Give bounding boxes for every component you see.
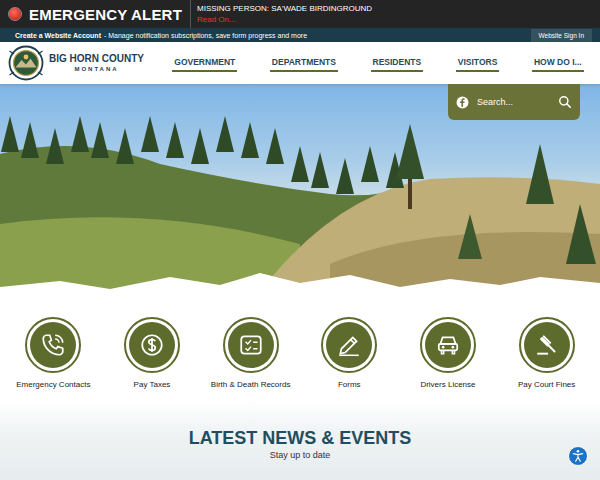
nav-item[interactable]: RESIDENTS bbox=[371, 54, 424, 72]
quick-link-label[interactable]: Pay Court Fines bbox=[518, 380, 575, 389]
quick-link-circle bbox=[129, 322, 175, 368]
nav-item[interactable]: HOW DO I... bbox=[532, 54, 584, 72]
logo-text: BIG HORN COUNTY MONTANA bbox=[49, 54, 144, 72]
search-input[interactable] bbox=[475, 96, 552, 108]
quick-link-label[interactable]: Emergency Contacts bbox=[16, 380, 90, 389]
quick-link-button[interactable] bbox=[25, 317, 81, 373]
hero-banner bbox=[0, 84, 600, 305]
account-bar: Create a Website Account- Manage notific… bbox=[0, 28, 600, 42]
quick-link-button[interactable] bbox=[420, 317, 476, 373]
quick-link[interactable]: Emergency Contacts bbox=[4, 317, 102, 400]
quick-link-circle bbox=[228, 322, 274, 368]
nav-item[interactable]: GOVERNMENT bbox=[172, 54, 237, 72]
nav-item[interactable]: DEPARTMENTS bbox=[270, 54, 338, 72]
alert-title[interactable]: MISSING PERSON: SA'WADE BIRDINGROUND bbox=[197, 3, 372, 14]
pencil-icon bbox=[336, 332, 362, 358]
county-logo[interactable]: BIG HORN COUNTY MONTANA bbox=[8, 45, 156, 81]
quick-link-button[interactable] bbox=[223, 317, 279, 373]
emergency-alert-bar: EMERGENCY ALERT MISSING PERSON: SA'WADE B… bbox=[0, 0, 600, 28]
news-section: LATEST NEWS & EVENTS Stay up to date bbox=[0, 400, 600, 480]
quick-link[interactable]: Pay Court Fines bbox=[498, 317, 596, 400]
news-title: LATEST NEWS & EVENTS bbox=[189, 428, 412, 448]
quick-link-label[interactable]: Birth & Death Records bbox=[211, 380, 291, 389]
account-message: Create a Website Account- Manage notific… bbox=[15, 32, 307, 39]
alert-message[interactable]: MISSING PERSON: SA'WADE BIRDINGROUNDRead… bbox=[191, 0, 378, 28]
main-nav: BIG HORN COUNTY MONTANA GOVERNMENT DEPARTME… bbox=[0, 42, 600, 84]
search-panel bbox=[448, 84, 580, 120]
account-text: - Manage notification subscriptions, sav… bbox=[104, 32, 307, 39]
certificate-icon bbox=[238, 332, 264, 358]
accessibility-button[interactable] bbox=[568, 446, 588, 466]
quick-link-button[interactable] bbox=[124, 317, 180, 373]
gavel-icon bbox=[534, 332, 560, 358]
hero-edge bbox=[0, 265, 600, 305]
quick-link[interactable]: Pay Taxes bbox=[103, 317, 201, 400]
read-on-link[interactable]: Read On... bbox=[197, 14, 372, 25]
quick-link-label[interactable]: Drivers License bbox=[420, 380, 475, 389]
state-name: MONTANA bbox=[74, 66, 118, 72]
alert-light-icon bbox=[8, 7, 22, 21]
quick-link-circle bbox=[326, 322, 372, 368]
county-name: BIG HORN COUNTY bbox=[49, 54, 144, 64]
news-subtitle: Stay up to date bbox=[270, 450, 331, 460]
quick-link-button[interactable] bbox=[321, 317, 377, 373]
car-icon bbox=[435, 332, 461, 358]
alert-badge: EMERGENCY ALERT bbox=[0, 0, 191, 28]
quick-link[interactable]: Drivers License bbox=[399, 317, 497, 400]
quick-link[interactable]: Forms bbox=[300, 317, 398, 400]
search-icon[interactable] bbox=[558, 95, 572, 109]
nav-item[interactable]: VISITORS bbox=[456, 54, 500, 72]
nav-menu: GOVERNMENT DEPARTMENTS RESIDENTS VISITORS HO… bbox=[156, 54, 600, 72]
phone-icon bbox=[40, 332, 66, 358]
quick-link-circle bbox=[30, 322, 76, 368]
quick-link-circle bbox=[524, 322, 570, 368]
quick-link-circle bbox=[425, 322, 471, 368]
facebook-icon bbox=[456, 96, 469, 109]
quick-link[interactable]: Birth & Death Records bbox=[202, 317, 300, 400]
quick-link-label[interactable]: Pay Taxes bbox=[134, 380, 171, 389]
quick-link-button[interactable] bbox=[519, 317, 575, 373]
county-seal-icon bbox=[8, 45, 44, 81]
accessibility-icon bbox=[571, 449, 585, 463]
quick-link-label[interactable]: Forms bbox=[338, 380, 361, 389]
alert-label: EMERGENCY ALERT bbox=[29, 6, 182, 23]
sign-in-button[interactable]: Website Sign In bbox=[531, 29, 592, 42]
create-account-link[interactable]: Create a Website Account bbox=[15, 32, 101, 39]
dollar-coin-icon bbox=[139, 332, 165, 358]
quick-links: Emergency Contacts Pay Taxes Birth & Death… bbox=[0, 305, 600, 400]
